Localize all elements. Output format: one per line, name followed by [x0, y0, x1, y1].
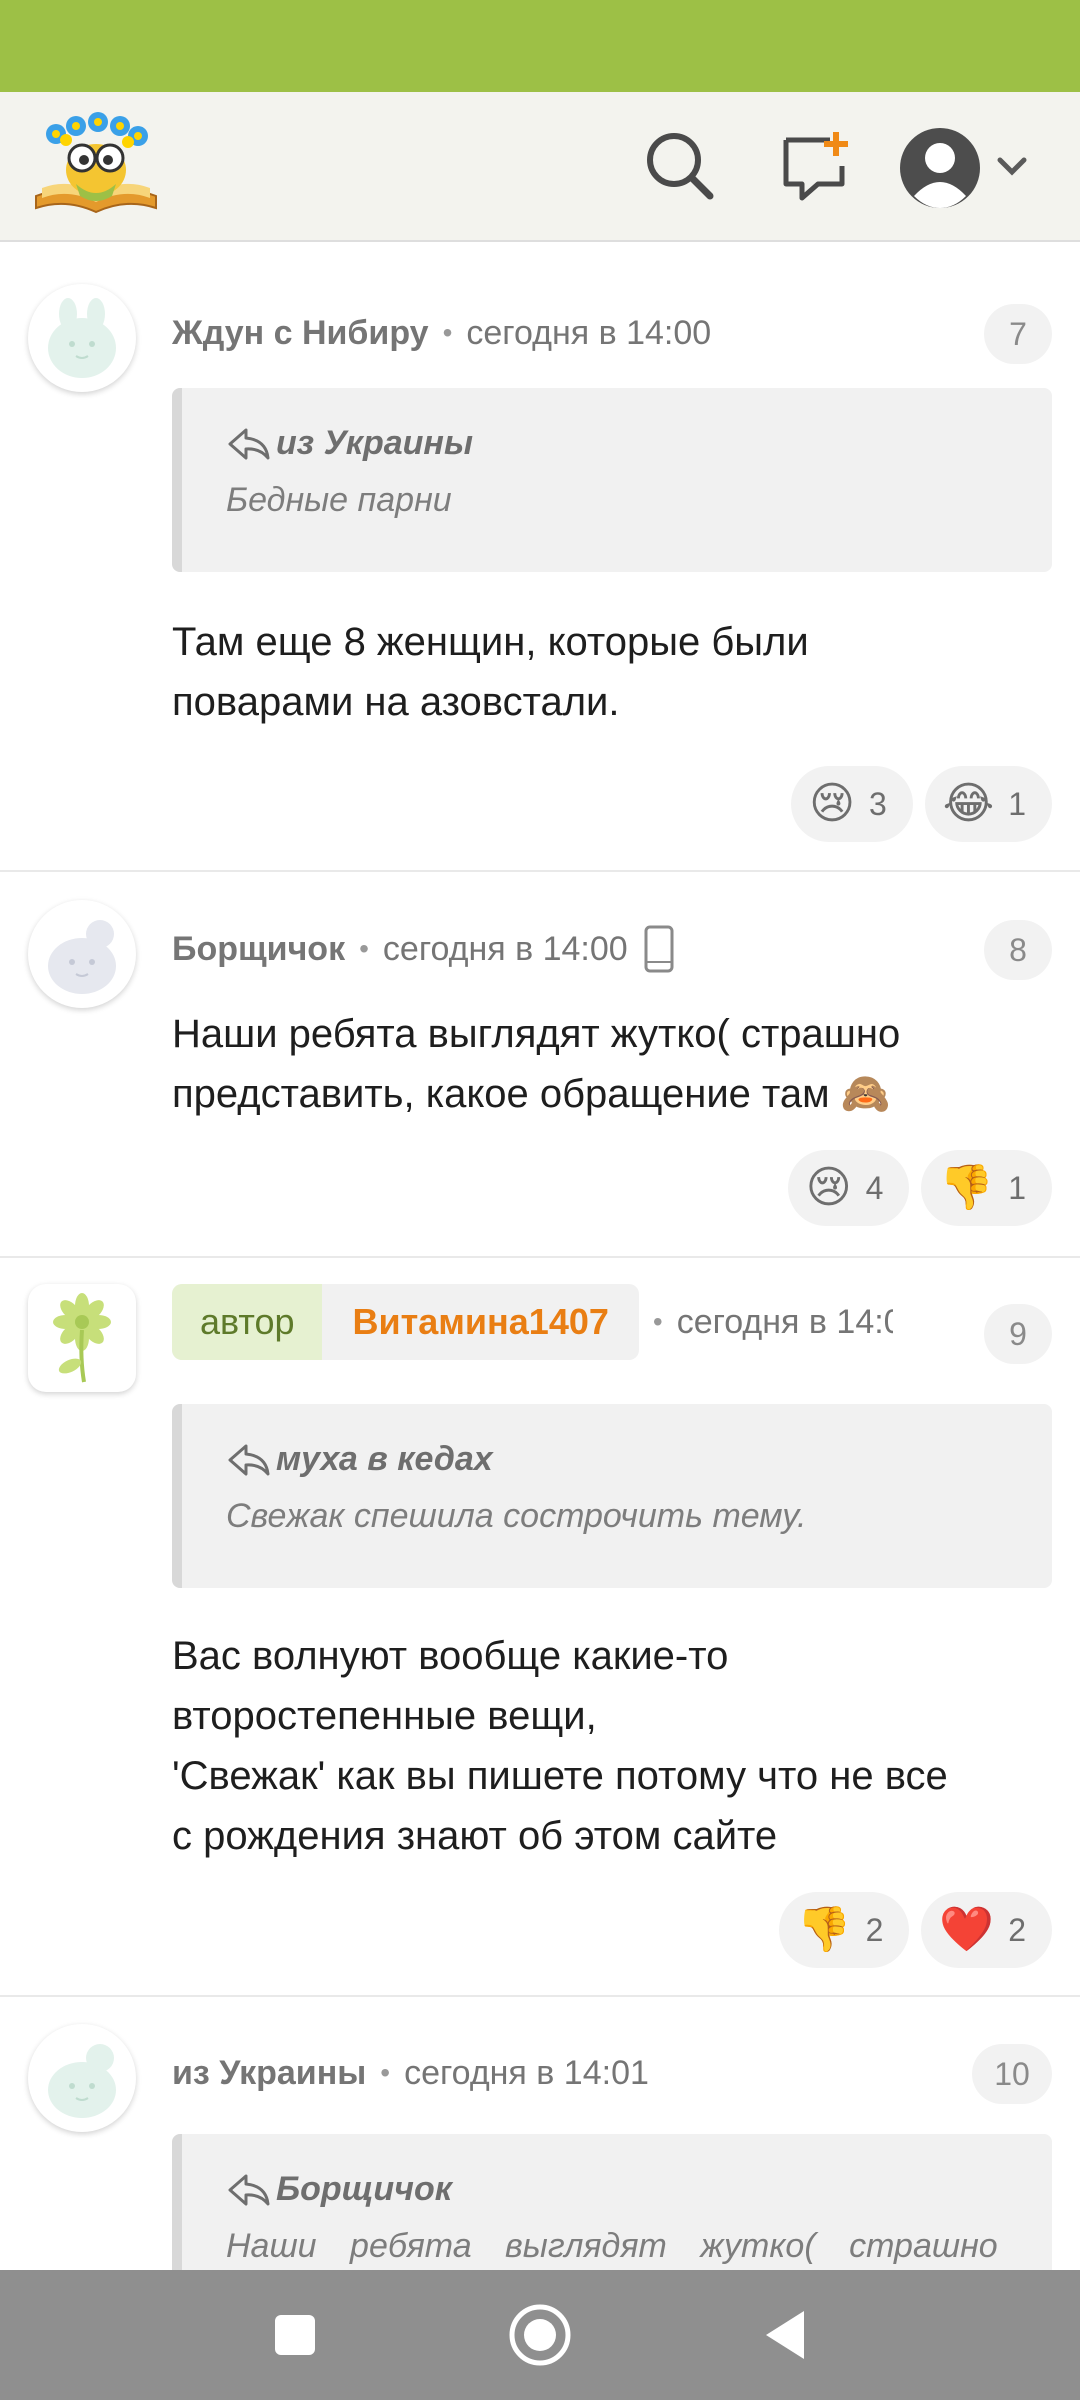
reaction-button[interactable]: 👎 1 — [921, 1150, 1052, 1226]
comment-time[interactable]: сегодня в 14:00 — [466, 314, 711, 353]
divider — [0, 1995, 1080, 1997]
separator-dot: • — [652, 1306, 663, 1337]
comment-number[interactable]: 10 — [972, 2044, 1052, 2104]
avatar[interactable] — [28, 900, 136, 1008]
circle-icon — [509, 2304, 571, 2366]
comment-number[interactable]: 8 — [984, 920, 1052, 980]
separator-dot: • — [380, 2057, 391, 2088]
comment-author[interactable]: из Украины — [172, 2054, 366, 2093]
quote-author: муха в кедах — [276, 1440, 493, 1478]
quote-header: муха в кедах — [226, 1440, 1052, 1479]
quote-header: Борщичок — [226, 2170, 1052, 2209]
system-navigation-bar — [0, 2270, 1080, 2400]
quoted-comment[interactable]: из Украины Бедные парни — [172, 388, 1052, 572]
triangle-back-icon — [766, 2311, 804, 2359]
comment-text-line: Вас волнуют вообще какие-то — [172, 1634, 729, 1678]
avatar-icon — [900, 128, 980, 208]
square-icon — [275, 2315, 315, 2355]
thumbs-down-icon: 👎 — [939, 1163, 995, 1212]
comments-feed: Ждун с Нибиру • сегодня в 14:00 7 из Укр… — [0, 240, 1080, 2270]
reply-arrow-icon — [228, 1444, 270, 1475]
mobile-phone-icon — [644, 925, 674, 973]
separator-dot: • — [359, 933, 369, 964]
reactions-bar: 😢 4 👎 1 — [787, 1150, 1052, 1226]
comment-text-line: 'Свежак' как вы пишете потому что не все — [172, 1754, 948, 1798]
reactions-bar: 👎 2 ❤️ 2 — [778, 1892, 1052, 1968]
comment-meta: автор Витамина1407 • сегодня в 14:0 — [172, 1284, 893, 1360]
crying-face-icon: 😢 — [809, 779, 855, 828]
reaction-count: 1 — [1008, 1169, 1026, 1206]
reply-arrow-icon — [228, 428, 270, 459]
comment-time[interactable]: сегодня в 14:00 — [383, 930, 628, 969]
reply-arrow-icon — [228, 2174, 270, 2205]
divider — [0, 1256, 1080, 1258]
comment-text-line: второстепенные вещи, — [172, 1694, 597, 1738]
home-button[interactable] — [505, 2300, 575, 2370]
site-logo[interactable] — [32, 108, 160, 220]
comment-text-line: Там еще 8 женщин, которые были — [172, 620, 809, 664]
profile-menu-button[interactable] — [896, 120, 1046, 216]
chevron-down-icon — [997, 157, 1027, 176]
quote-text: Свежак спешила сострочить тему. — [226, 1497, 807, 1535]
new-post-icon — [783, 132, 848, 201]
comment-author[interactable]: Борщичок — [172, 930, 345, 969]
quote-header: из Украины — [226, 424, 1052, 463]
comment-meta: из Украины • сегодня в 14:01 — [172, 2048, 649, 2098]
comment-author: Витамина1407 — [352, 1301, 609, 1342]
comment-number[interactable]: 7 — [984, 304, 1052, 364]
new-post-button[interactable] — [776, 126, 856, 206]
comment-text-line: поварами на азовстали. — [172, 680, 620, 724]
reaction-button[interactable]: 😂 1 — [924, 766, 1052, 842]
comment-7: Ждун с Нибиру • сегодня в 14:00 7 из Укр… — [0, 260, 1080, 880]
laughing-face-icon: 😂 — [942, 779, 995, 828]
reaction-count: 1 — [1008, 785, 1026, 822]
comment-text-line: Наши ребята выглядят жутко( страшно — [172, 1012, 901, 1056]
comment-text-line: представить, какое обращение там 🙈 — [172, 1072, 891, 1116]
author-badge[interactable]: автор Витамина1407 — [172, 1284, 639, 1360]
quoted-comment[interactable]: муха в кедах Свежак спешила сострочить т… — [172, 1404, 1052, 1588]
comment-text-line: с рождения знают об этом сайте — [172, 1814, 778, 1858]
comment-meta: Ждун с Нибиру • сегодня в 14:00 — [172, 308, 711, 358]
status-bar — [0, 0, 1080, 92]
separator-dot: • — [442, 317, 453, 348]
quote-text: Наши ребята выглядят жутко( страшно — [226, 2227, 998, 2265]
back-button[interactable] — [750, 2300, 820, 2370]
reaction-button[interactable]: ❤️ 2 — [921, 1892, 1052, 1968]
reaction-count: 2 — [865, 1911, 884, 1948]
reaction-count: 4 — [865, 1169, 884, 1206]
thumbs-down-icon: 👎 — [796, 1905, 852, 1954]
top-app-bar — [0, 92, 1080, 242]
comment-meta: Борщичок • сегодня в 14:00 — [172, 924, 676, 974]
comment-time[interactable]: сегодня в 14:0 — [677, 1303, 893, 1342]
reaction-count: 3 — [868, 785, 887, 822]
avatar[interactable] — [28, 284, 136, 392]
reaction-button[interactable]: 😢 4 — [787, 1150, 910, 1226]
comment-time[interactable]: сегодня в 14:01 — [404, 2054, 649, 2093]
quote-author: Борщичок — [276, 2170, 452, 2208]
reaction-button[interactable]: 👎 2 — [778, 1892, 910, 1968]
comment-8: Борщичок • сегодня в 14:00 8 Наши ребята… — [0, 876, 1080, 1256]
quote-text: Бедные парни — [226, 481, 452, 519]
comment-number[interactable]: 9 — [984, 1304, 1052, 1364]
avatar[interactable] — [28, 2024, 136, 2132]
quoted-comment[interactable]: Борщичок Наши ребята выглядят жутко( стр… — [172, 2134, 1052, 2270]
comment-text: Наши ребята выглядят жутко( страшно пред… — [172, 1004, 1052, 1124]
comment-10: из Украины • сегодня в 14:01 10 Борщичок… — [0, 2000, 1080, 2270]
recents-button[interactable] — [260, 2300, 330, 2370]
reaction-count: 2 — [1008, 1911, 1026, 1948]
reaction-button[interactable]: 😢 3 — [791, 766, 913, 842]
quote-author: из Украины — [276, 424, 473, 462]
crying-face-icon: 😢 — [805, 1163, 852, 1212]
comment-9: автор Витамина1407 • сегодня в 14:0 9 му… — [0, 1260, 1080, 1995]
reactions-bar: 😢 3 😂 1 — [791, 766, 1052, 842]
search-icon — [647, 133, 714, 200]
comment-text: Там еще 8 женщин, которые были поварами … — [172, 612, 1052, 732]
avatar[interactable] — [28, 1284, 136, 1392]
divider — [0, 870, 1080, 872]
search-button[interactable] — [640, 126, 720, 206]
comment-text: Вас волнуют вообще какие-то второстепенн… — [172, 1626, 1052, 1866]
comment-author[interactable]: Ждун с Нибиру — [172, 314, 429, 353]
author-tag-label: автор — [172, 1284, 323, 1360]
heart-icon: ❤️ — [939, 1905, 995, 1954]
